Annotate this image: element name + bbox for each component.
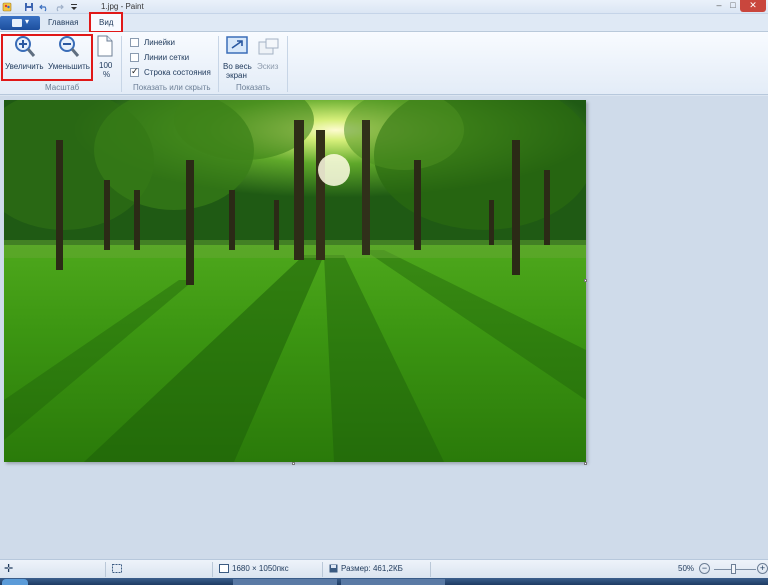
fullscreen-label-1: Во весь bbox=[223, 62, 252, 71]
window-title: 1.jpg - Paint bbox=[101, 2, 144, 11]
resize-handle-corner[interactable] bbox=[584, 462, 587, 465]
disk-icon bbox=[329, 564, 338, 575]
resize-handle-right[interactable] bbox=[584, 279, 587, 282]
statusbar-checkbox[interactable]: ✓ bbox=[130, 66, 139, 77]
ribbon-divider bbox=[121, 36, 122, 92]
rulers-label: Линейки bbox=[144, 38, 176, 47]
rulers-checkbox[interactable] bbox=[130, 38, 139, 47]
checkmark-icon: ✓ bbox=[131, 66, 139, 76]
minimize-button[interactable]: – bbox=[712, 0, 726, 12]
show-hide-group-label: Показать или скрыть bbox=[133, 83, 211, 92]
chevron-down-icon: ▾ bbox=[25, 17, 30, 26]
page-icon bbox=[97, 35, 113, 59]
fullscreen-label-2: экран bbox=[226, 71, 247, 80]
taskbar bbox=[0, 578, 768, 585]
zoom-buttons-highlight bbox=[1, 34, 93, 81]
tab-home[interactable]: Главная bbox=[48, 18, 78, 27]
zoom-100-label: 100 bbox=[99, 61, 113, 70]
image-size-icon bbox=[219, 564, 229, 575]
undo-icon[interactable] bbox=[39, 2, 49, 12]
paint-app-icon[interactable] bbox=[2, 2, 12, 12]
status-divider bbox=[105, 562, 106, 577]
status-divider bbox=[212, 562, 213, 577]
ribbon-panel: Увеличить Уменьшить 100 % Масштаб Линейк… bbox=[0, 32, 768, 95]
zoom-100-percent: % bbox=[103, 70, 111, 79]
redo-icon[interactable] bbox=[54, 2, 64, 12]
thumbnail-button[interactable]: Эскиз bbox=[256, 36, 282, 82]
save-icon[interactable] bbox=[24, 2, 34, 12]
canvas-area[interactable] bbox=[0, 80, 768, 559]
gridlines-checkbox[interactable] bbox=[130, 53, 139, 62]
status-zoom-out-button[interactable]: − bbox=[699, 563, 710, 574]
status-divider bbox=[322, 562, 323, 577]
tab-view[interactable]: Вид bbox=[89, 12, 123, 33]
taskbar-item[interactable] bbox=[233, 579, 337, 585]
close-button[interactable]: ✕ bbox=[740, 0, 766, 12]
zoom-100-button[interactable]: 100 % bbox=[95, 35, 115, 81]
zoom-slider-thumb[interactable] bbox=[731, 564, 736, 574]
image-dimensions: 1680 × 1050пкс bbox=[232, 564, 289, 573]
forest-image bbox=[0, 80, 594, 462]
zoom-level: 50% bbox=[678, 564, 695, 573]
cursor-position-icon: ✛ bbox=[4, 563, 14, 575]
fullscreen-button[interactable]: Во весь экран bbox=[223, 36, 253, 82]
start-button[interactable] bbox=[2, 579, 28, 585]
status-zoom-in-button[interactable]: + bbox=[757, 563, 768, 574]
resize-handle-bottom[interactable] bbox=[292, 462, 295, 465]
statusbar-label: Строка состояния bbox=[144, 68, 211, 77]
gridlines-label: Линии сетки bbox=[144, 53, 190, 62]
ribbon-divider bbox=[218, 36, 219, 92]
display-group-label: Показать bbox=[236, 83, 271, 92]
ribbon-divider bbox=[287, 36, 288, 92]
tab-view-label: Вид bbox=[99, 18, 114, 27]
paint-menu-button[interactable]: ▾ bbox=[0, 16, 40, 30]
file-size: Размер: 461,2КБ bbox=[341, 564, 403, 573]
taskbar-item[interactable] bbox=[341, 579, 445, 585]
maximize-button[interactable]: □ bbox=[726, 0, 740, 12]
zoom-group-label: Масштаб bbox=[45, 83, 80, 92]
image-canvas[interactable] bbox=[0, 80, 594, 462]
customize-dropdown-icon[interactable] bbox=[69, 2, 79, 12]
selection-size-icon bbox=[112, 564, 122, 575]
fullscreen-icon bbox=[226, 36, 248, 58]
thumbnail-icon bbox=[258, 38, 280, 58]
document-icon bbox=[12, 19, 22, 27]
status-divider bbox=[430, 562, 431, 577]
thumbnail-label: Эскиз bbox=[257, 62, 279, 71]
status-bar: ✛ 1680 × 1050пкс Размер: 461,2КБ 50% − + bbox=[0, 559, 768, 578]
